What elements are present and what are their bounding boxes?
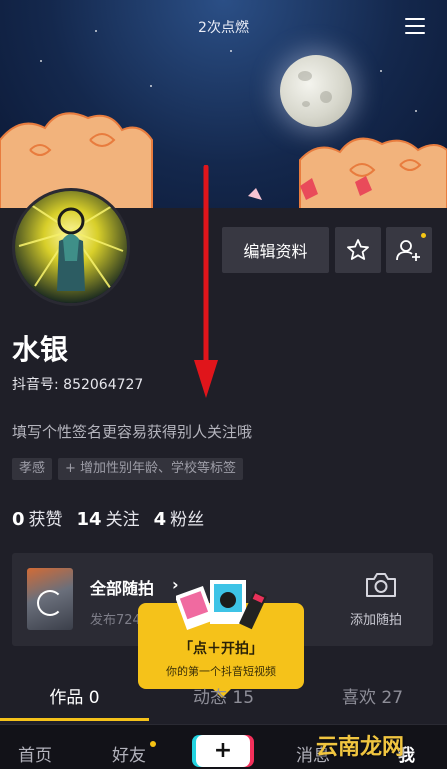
profile-banner: 2次点燃 (0, 0, 447, 212)
tab-moments[interactable]: 动态 15 (149, 684, 298, 724)
profile-name: 水银 (12, 333, 69, 366)
create-video-button[interactable]: + (196, 735, 250, 767)
content-tabs: 作品 0 动态 15 喜欢 27 (0, 684, 447, 724)
header-title: 2次点燃 (198, 20, 249, 36)
tab-works[interactable]: 作品 0 (0, 684, 149, 724)
favorite-button[interactable] (335, 227, 381, 273)
watermark: 云南龙网 (316, 735, 405, 760)
tooltip-title: 「点＋开拍」 (179, 641, 263, 657)
stat-following[interactable]: 14 关注 (77, 505, 140, 530)
profile-bio[interactable]: 填写个性签名更容易获得别人关注哦 (12, 421, 252, 442)
tab-likes[interactable]: 喜欢 27 (298, 684, 447, 724)
quick-shot-count: 发布724 (90, 613, 141, 628)
nav-friends[interactable]: 好友 (112, 741, 146, 766)
add-friend-button[interactable] (386, 227, 432, 273)
tooltip-illustration (176, 580, 267, 631)
camera-icon[interactable] (364, 571, 398, 599)
plus-icon: + (213, 738, 233, 763)
profile-stats: 0 获赞 14 关注 4 粉丝 (12, 505, 204, 530)
add-user-icon (396, 240, 420, 261)
menu-icon[interactable] (405, 18, 425, 34)
stat-followers[interactable]: 4 粉丝 (154, 505, 205, 530)
notification-dot (421, 233, 426, 238)
tooltip-subtitle: 你的第一个抖音短视频 (166, 665, 276, 678)
star-icon (347, 239, 369, 260)
avatar[interactable] (12, 188, 130, 306)
annotation-arrow (194, 165, 218, 398)
edit-profile-button[interactable]: 编辑资料 (222, 227, 329, 273)
stat-likes[interactable]: 0 获赞 (12, 505, 63, 530)
add-tag-button[interactable]: + 增加性别年龄、学校等标签 (58, 458, 244, 480)
profile-tags: 孝感 + 增加性别年龄、学校等标签 (12, 458, 244, 480)
friends-badge (150, 741, 156, 747)
quick-shot-title: 全部随拍 (90, 579, 155, 598)
quick-shot-thumbnail (27, 568, 73, 630)
nav-home[interactable]: 首页 (18, 741, 52, 766)
location-tag[interactable]: 孝感 (12, 458, 53, 480)
douyin-id: 抖音号: 852064727 (12, 377, 144, 393)
loading-ring-icon (37, 590, 63, 616)
add-quick-shot-label[interactable]: 添加随拍 (350, 609, 402, 628)
